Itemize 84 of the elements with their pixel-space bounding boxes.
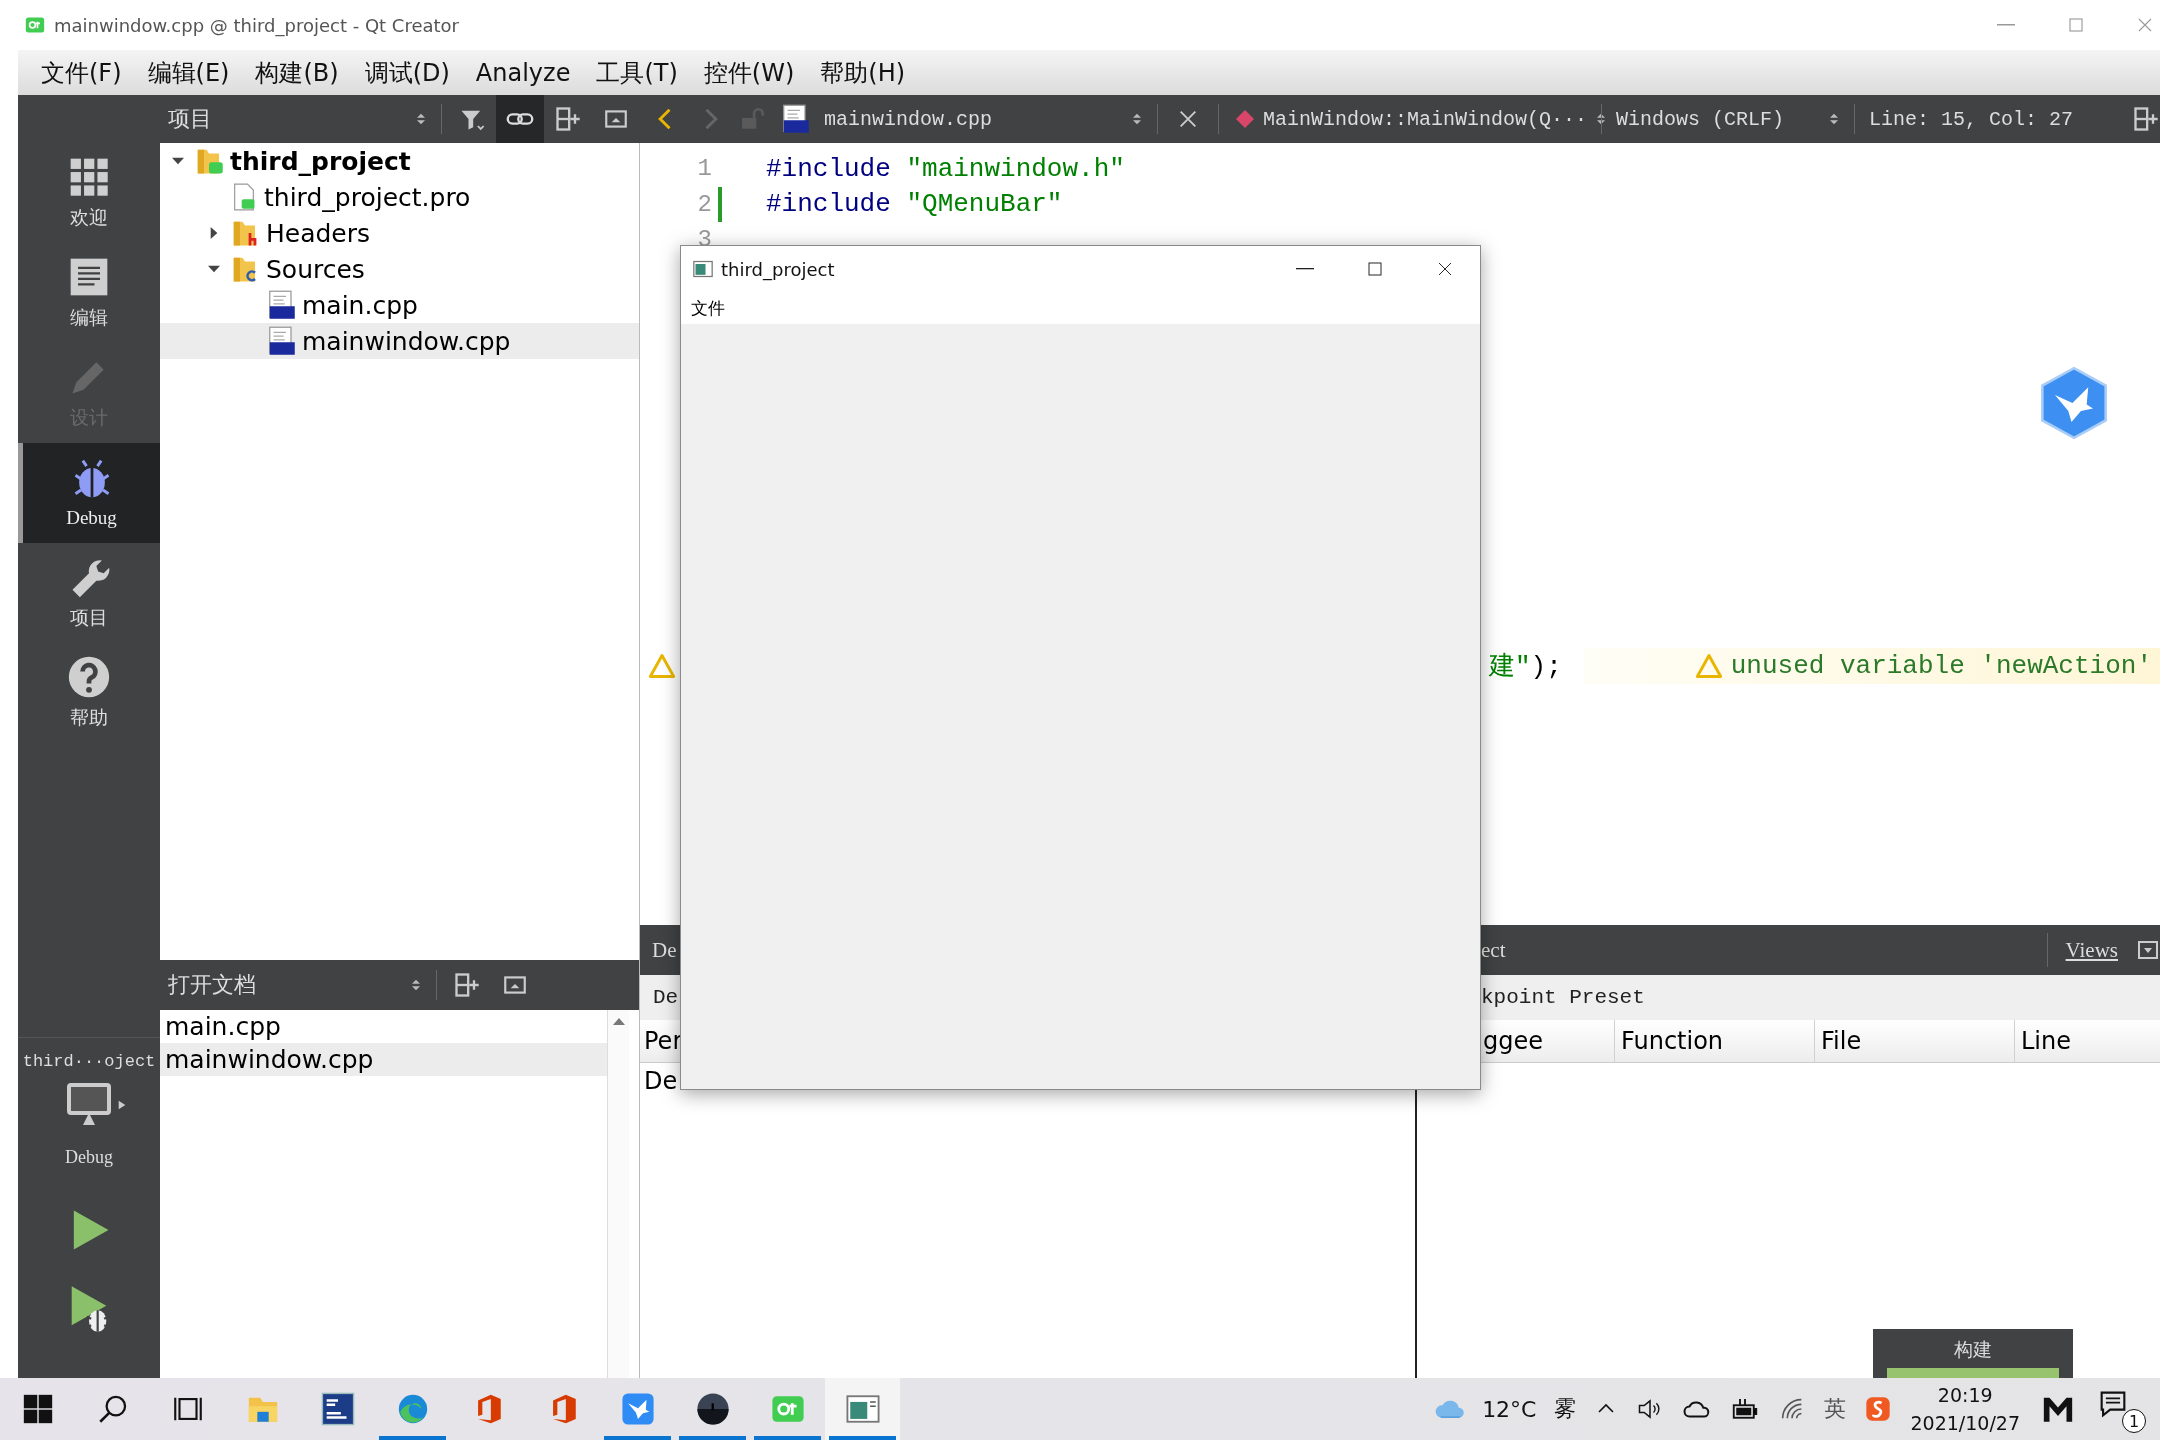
tree-item[interactable]: third_project.pro — [160, 179, 639, 215]
menu-item[interactable]: 文件 — [687, 296, 729, 320]
maximize-icon — [2067, 16, 2085, 34]
scroll-up-icon — [611, 1016, 626, 1026]
code-editor-icon — [320, 1392, 355, 1426]
column-header: File — [1815, 1020, 2015, 1062]
weather-temperature[interactable]: 12°C — [1482, 1396, 1537, 1422]
line-number: 1 — [696, 155, 712, 183]
landscape-icon — [695, 1392, 730, 1426]
cpp-file-icon — [266, 326, 296, 356]
column-header: Per — [643, 1027, 683, 1055]
notification-badge: 1 — [2122, 1409, 2146, 1433]
dropdown-icon[interactable] — [2136, 938, 2160, 962]
cpp-file-icon — [266, 290, 296, 320]
tree-item[interactable]: Sources — [160, 251, 639, 287]
maximize-icon — [1366, 260, 1384, 278]
warning-icon — [648, 651, 676, 680]
window-title: third_project — [721, 258, 836, 280]
menu-item[interactable]: 编辑(E) — [134, 56, 243, 89]
qt-icon — [24, 15, 46, 35]
mode-button[interactable]: Debug — [18, 443, 160, 543]
minimize-icon — [1296, 268, 1314, 270]
menu-item[interactable]: 帮助(H) — [807, 56, 919, 89]
mode-button[interactable]: 项目 — [18, 543, 160, 643]
split-icon[interactable] — [2132, 105, 2160, 133]
warning-icon — [1694, 651, 1723, 680]
clock-date[interactable]: 2021/10/27 — [1910, 1409, 2020, 1437]
input-method[interactable]: 英 — [1824, 1394, 1847, 1424]
tree-item[interactable]: Headers — [160, 215, 639, 251]
target-selector[interactable]: third···oject Debug — [18, 1037, 160, 1168]
build-label: 构建 — [1954, 1338, 1992, 1362]
code-line: 建"); — [1489, 651, 1562, 684]
tree-item[interactable]: mainwindow.cpp — [160, 323, 639, 359]
column-header: Function — [1615, 1020, 1815, 1062]
split-icon[interactable] — [453, 971, 481, 999]
scrollbar[interactable] — [607, 1010, 629, 1378]
project-name: third···oject — [22, 1052, 156, 1071]
close-icon[interactable] — [1177, 108, 1199, 130]
document-item[interactable]: mainwindow.cpp — [160, 1043, 607, 1076]
window-title: mainwindow.cpp @ third_project - Qt Creator — [54, 14, 459, 36]
menu-item[interactable]: 调试(D) — [351, 56, 463, 89]
weather-condition[interactable]: 雾 — [1554, 1394, 1577, 1424]
views-button[interactable]: Views — [2065, 937, 2118, 963]
panel-title: De — [651, 937, 678, 963]
document-item[interactable]: main.cpp — [160, 1010, 607, 1043]
window-icon — [845, 1392, 880, 1426]
table-cell-text: De — [643, 1066, 679, 1097]
bird-icon — [620, 1392, 655, 1426]
view-selector[interactable]: 项目 — [160, 95, 435, 143]
toolbar-label: De — [652, 986, 680, 1009]
menu-item[interactable]: 控件(W) — [690, 56, 808, 89]
arrow-icon — [117, 1098, 127, 1112]
symbol-selector[interactable]: MainWindow::MainWindow(Q··· — [1225, 95, 1595, 143]
column-header: Line — [2020, 1026, 2072, 1057]
menu-item[interactable]: 工具(T) — [583, 56, 691, 89]
mode-button[interactable]: 帮助 — [18, 643, 160, 743]
help-icon — [67, 655, 111, 699]
code-line: #include "mainwindow.h" — [766, 153, 1125, 184]
line-ending-selector[interactable]: Windows (CRLF) — [1608, 95, 1848, 143]
clock-time[interactable]: 20:19 — [1937, 1381, 1993, 1409]
menu-item[interactable]: 文件(F) — [28, 56, 135, 89]
minimize-icon — [1997, 24, 2015, 26]
tree-item[interactable]: main.cpp — [160, 287, 639, 323]
close-icon — [1436, 260, 1454, 278]
mode-button[interactable]: 编辑 — [18, 243, 160, 343]
panel-title: ect — [1481, 937, 1507, 963]
sync-button[interactable] — [496, 95, 544, 143]
close-icon — [2136, 16, 2154, 34]
menu-item[interactable]: Analyze — [462, 58, 584, 87]
tree-item[interactable]: third_project — [160, 143, 639, 179]
notification-button[interactable]: 1 — [2096, 1385, 2146, 1433]
build-configuration: Debug — [65, 1147, 113, 1168]
file-selector[interactable]: mainwindow.cpp — [816, 95, 1151, 143]
toolbar-label: kpoint Preset — [1481, 986, 1646, 1009]
menu-item[interactable]: 构建(B) — [242, 56, 352, 89]
cpp-file-icon — [780, 104, 810, 134]
keyboard-app-icon[interactable] — [1864, 1395, 1893, 1423]
warning-message: unused variable 'newAction' — [1730, 650, 2152, 681]
mode-button[interactable]: 欢迎 — [18, 143, 160, 243]
split-icon[interactable] — [554, 105, 582, 133]
app-window-icon — [693, 259, 713, 279]
cursor-position[interactable]: Line: 15, Col: 27 — [1869, 107, 2074, 131]
line-number: 2 — [696, 190, 712, 218]
code-line: #include "QMenuBar" — [766, 189, 1063, 220]
